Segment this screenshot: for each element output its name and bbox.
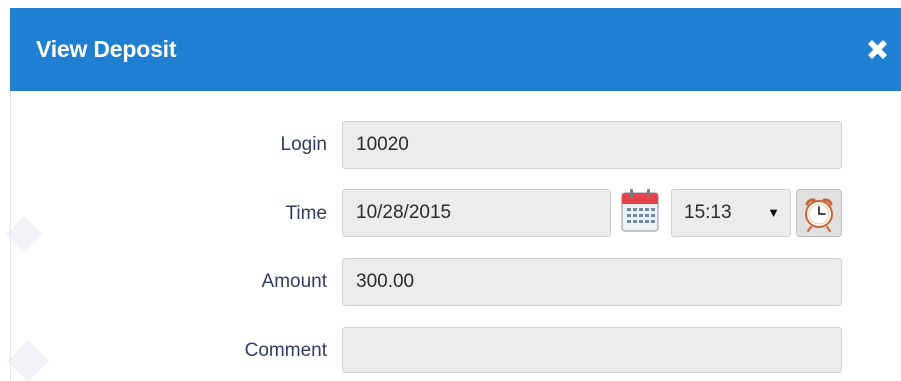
time-select-value: 15:13 xyxy=(684,202,732,223)
top-band xyxy=(0,0,901,8)
dialog-body: Login 10020 Time 10/28/2015 15:13 ▼ Amou… xyxy=(5,91,901,381)
calendar-icon[interactable] xyxy=(619,187,661,235)
dialog-title: View Deposit xyxy=(36,36,177,62)
amount-field[interactable]: 300.00 xyxy=(342,258,842,306)
time-label: Time xyxy=(285,203,327,224)
comment-field[interactable] xyxy=(342,327,842,373)
date-field[interactable]: 10/28/2015 xyxy=(342,189,611,237)
dialog-window: View Deposit Login 10020 Time 10/28/2015 xyxy=(0,0,901,381)
login-label: Login xyxy=(280,134,328,155)
alarm-clock-icon[interactable] xyxy=(796,189,842,237)
time-select[interactable]: 15:13 ▼ xyxy=(671,189,791,237)
dialog-titlebar: View Deposit xyxy=(10,8,901,91)
close-icon[interactable] xyxy=(866,38,889,61)
comment-label: Comment xyxy=(244,340,327,361)
chevron-down-icon: ▼ xyxy=(767,205,780,220)
amount-label: Amount xyxy=(261,271,327,292)
login-field[interactable]: 10020 xyxy=(342,121,842,169)
